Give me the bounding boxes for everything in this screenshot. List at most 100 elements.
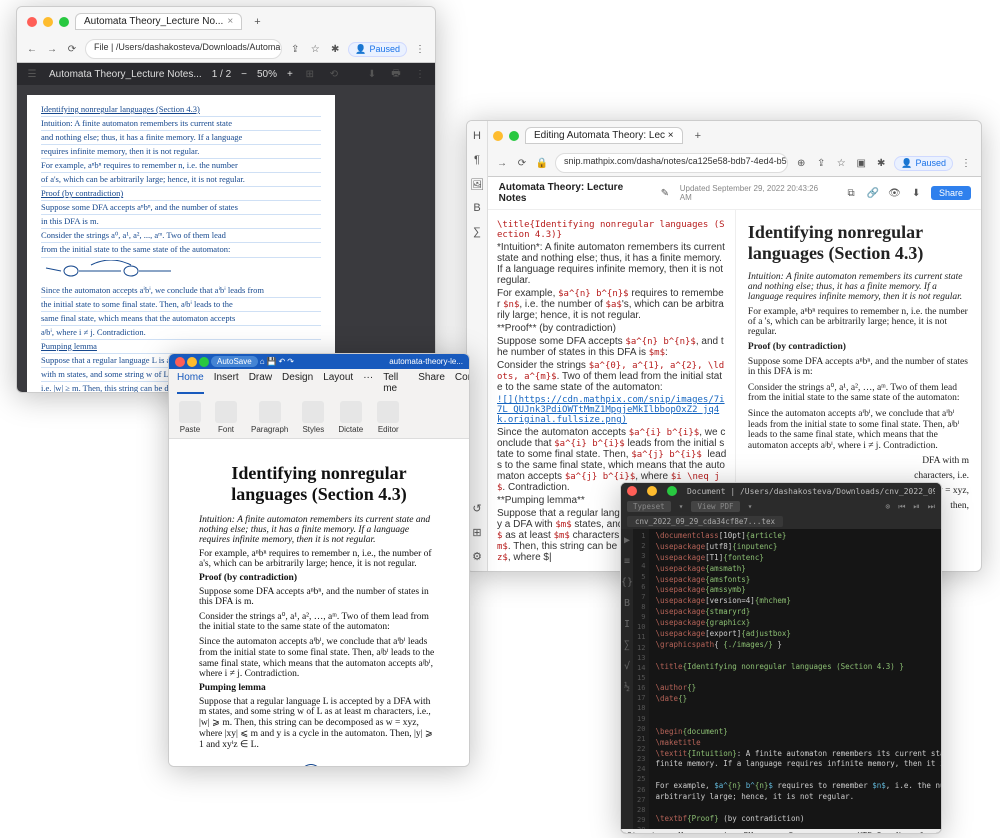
close-icon[interactable] (175, 357, 185, 367)
paste-tool[interactable]: Paste (179, 401, 201, 434)
paragraph-tool[interactable]: Paragraph (251, 401, 288, 434)
hamburger-icon[interactable]: ☰ (25, 67, 39, 81)
bold-icon[interactable]: B (624, 598, 630, 609)
ribbon-tab-insert[interactable]: Insert (214, 372, 239, 394)
history-icon[interactable]: ↺ (470, 501, 484, 515)
pdf-zoom[interactable]: 50% (257, 69, 277, 80)
back-icon[interactable]: ← (25, 42, 39, 56)
editor-tool[interactable]: Editor (377, 401, 399, 434)
forward-icon[interactable]: → (45, 42, 59, 56)
typeset-button[interactable]: Typeset (627, 501, 671, 512)
new-tab-button[interactable]: + (689, 130, 707, 142)
paused-badge[interactable]: 👤 Paused (348, 42, 407, 57)
puzzle-icon[interactable]: ✱ (874, 156, 888, 170)
grid-icon[interactable]: ⊞ (470, 525, 484, 539)
share-button[interactable]: Share (418, 372, 445, 394)
star-icon[interactable]: ☆ (308, 42, 322, 56)
dictate-tool[interactable]: Dictate (338, 401, 363, 434)
link-icon[interactable]: 🔗 (866, 186, 880, 200)
zoom-out[interactable]: − (241, 69, 247, 80)
menu-icon[interactable]: ⋮ (959, 156, 973, 170)
ribbon-tab-home[interactable]: Home (177, 372, 204, 394)
dropdown-icon[interactable]: ▾ (748, 502, 753, 511)
rotate-icon[interactable]: ⟲ (327, 67, 341, 81)
frac-icon[interactable]: ½ (624, 682, 630, 693)
dropdown-icon[interactable]: ▾ (679, 502, 684, 511)
maximize-icon[interactable] (59, 17, 69, 27)
word-document[interactable]: Identifying nonregular languages (Sectio… (169, 439, 469, 767)
qat-save-icon[interactable]: 💾 (267, 357, 277, 366)
eye-icon[interactable]: 👁 (888, 186, 902, 200)
qat-redo-icon[interactable]: ↷ (287, 357, 294, 366)
menu-icon[interactable]: ⋮ (413, 42, 427, 56)
maximize-icon[interactable] (509, 131, 519, 141)
ribbon-tab-draw[interactable]: Draw (249, 372, 272, 394)
paused-badge[interactable]: 👤 Paused (894, 156, 953, 171)
paragraph-icon[interactable]: ¶ (470, 153, 484, 167)
pdf-page[interactable]: 1 / 2 (212, 69, 231, 80)
share-icon[interactable]: ⇪ (288, 42, 302, 56)
ribbon-tab-layout[interactable]: Layout (323, 372, 353, 394)
comments-button[interactable]: Comments (455, 372, 470, 394)
url-field[interactable]: snip.mathpix.com/dasha/notes/ca125e58-bd… (555, 153, 788, 173)
maximize-icon[interactable] (199, 357, 209, 367)
search-open-icon[interactable]: ⊗ (885, 502, 890, 511)
messages-tab[interactable]: Messages / Log (678, 831, 735, 834)
inline-icon[interactable]: √ (624, 661, 630, 672)
math-icon[interactable]: ∑ (624, 640, 630, 651)
search-icon[interactable]: ⊕ (794, 156, 808, 170)
reload-icon[interactable]: ⟳ (515, 156, 529, 170)
new-tab-button[interactable]: + (248, 16, 266, 28)
minimize-icon[interactable] (43, 17, 53, 27)
ribbon-tab-design[interactable]: Design (282, 372, 313, 394)
structure-tab[interactable]: Structure (627, 831, 670, 834)
pause-icon[interactable]: ⏯ (913, 502, 919, 512)
browser-tab[interactable]: Editing Automata Theory: Lec × (525, 127, 683, 144)
close-tab-icon[interactable]: × (227, 16, 233, 27)
ribbon-tellme[interactable]: Tell me (383, 372, 398, 394)
font-tool[interactable]: Font (215, 401, 237, 434)
note-title[interactable]: Automata Theory: Lecture Notes (499, 182, 650, 204)
styles-tool[interactable]: Styles (302, 401, 324, 434)
close-icon[interactable] (627, 486, 637, 496)
maximize-icon[interactable] (667, 486, 677, 496)
qat-undo-icon[interactable]: ↶ (279, 357, 286, 366)
ext1-icon[interactable]: ▣ (854, 156, 868, 170)
align-icon[interactable]: ≡ (624, 556, 630, 567)
edit-icon[interactable]: ✎ (658, 186, 672, 200)
close-icon[interactable] (27, 17, 37, 27)
copy-icon[interactable]: ⧉ (844, 186, 858, 200)
prev-icon[interactable]: ⏮ (898, 502, 905, 512)
bold-icon[interactable]: B (470, 201, 484, 215)
star-icon[interactable]: ☆ (834, 156, 848, 170)
source-viewer-tab[interactable]: Source Viewer (788, 831, 841, 834)
image-icon[interactable]: 🖼 (470, 177, 484, 191)
autosave-toggle[interactable]: AutoSave (211, 356, 258, 367)
source-code[interactable]: \documentclass[10pt]{article} \usepackag… (649, 529, 941, 829)
settings-icon[interactable]: ⚙ (470, 549, 484, 563)
env-icon[interactable]: {} (621, 577, 633, 588)
qat-home-icon[interactable]: ⌂ (260, 357, 265, 366)
minimize-icon[interactable] (493, 131, 503, 141)
file-tab[interactable]: cnv_2022_09_29_cda34cf8e7...tex (627, 516, 783, 527)
next-icon[interactable]: ⏭ (928, 502, 935, 512)
browser-tab[interactable]: Automata Theory_Lecture No... × (75, 13, 242, 30)
print-icon[interactable]: 🖶 (389, 67, 403, 81)
view-pdf-button[interactable]: View PDF (691, 501, 739, 512)
pm-viewer-tab[interactable]: PM Viewer (744, 831, 781, 834)
reload-icon[interactable]: ⟳ (65, 42, 79, 56)
italic-icon[interactable]: I (624, 619, 630, 630)
share-button[interactable]: Share (931, 186, 971, 200)
heading-icon[interactable]: H (470, 129, 484, 143)
minimize-icon[interactable] (647, 486, 657, 496)
url-field[interactable]: File | /Users/dashakosteva/Downloads/Aut… (85, 39, 282, 59)
build-icon[interactable]: ▶ (624, 535, 630, 546)
ribbon-tab-more[interactable]: ··· (363, 372, 373, 394)
math-icon[interactable]: ∑ (470, 225, 484, 239)
minimize-icon[interactable] (187, 357, 197, 367)
share-icon[interactable]: ⇪ (814, 156, 828, 170)
puzzle-icon[interactable]: ✱ (328, 42, 342, 56)
fit-icon[interactable]: ⊞ (303, 67, 317, 81)
zoom-in[interactable]: + (287, 69, 293, 80)
more-icon[interactable]: ⋮ (413, 67, 427, 81)
